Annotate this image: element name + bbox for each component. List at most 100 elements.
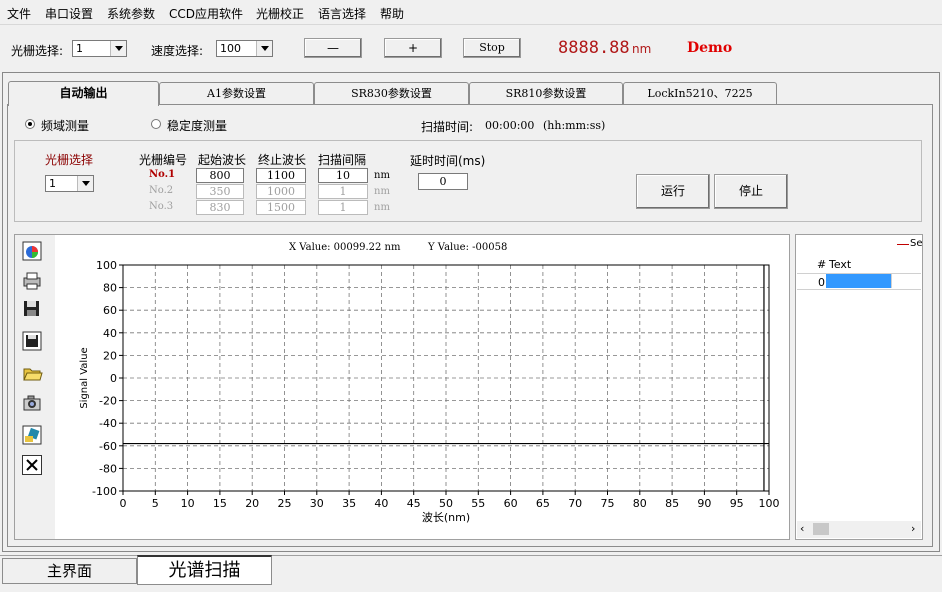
scan-time-format: (hh:mm:ss) [543,119,606,132]
start-wavelength-no1[interactable]: 800 [196,168,244,183]
increase-button[interactable]: + [384,38,442,58]
x-tick-label: 50 [439,497,453,510]
start-wavelength-no2[interactable]: 350 [196,184,244,199]
grating-select-value: 1 [76,42,83,55]
grating-select-label: 光栅选择: [11,44,64,58]
y-tick-label: -80 [99,462,117,475]
save-as-icon[interactable] [21,330,43,352]
tab-lockin[interactable]: LockIn5210、7225 [623,82,777,104]
radio-frequency-domain[interactable] [25,119,35,129]
y-tick-label: 0 [110,372,117,385]
delay-label: 延时时间(ms) [410,154,486,168]
grating-select-combo[interactable]: 1 [72,40,127,57]
speed-select-combo[interactable]: 100 [216,40,273,57]
row-label-no2: No.2 [149,185,174,196]
end-wavelength-no1[interactable]: 1100 [256,168,306,183]
x-tick-label: 70 [568,497,582,510]
unit-no3: nm [374,202,390,213]
color-settings-icon[interactable] [21,240,43,262]
radio-stability-label: 稳定度测量 [167,119,228,133]
x-tick-label: 30 [310,497,324,510]
x-tick-label: 80 [633,497,647,510]
printer-icon[interactable] [21,270,43,292]
x-tick-label: 75 [601,497,615,510]
legend-divider-2 [797,289,921,290]
x-tick-label: 5 [152,497,159,510]
open-folder-icon[interactable] [21,362,43,384]
spectrum-chart[interactable]: 0 5 10 15 20 25 30 35 40 45 50 55 60 65 70 75 80 85 90 95 10… [55,235,789,539]
step-no1[interactable]: 10 [318,168,368,183]
col-header-start: 起始波长 [198,153,247,167]
tab-divider [159,104,933,105]
menu-grating-calibration[interactable]: 光栅校正 [256,5,304,22]
start-wavelength-no3[interactable]: 830 [196,200,244,215]
col-header-step: 扫描间隔 [318,153,367,167]
tab-a1-params[interactable]: A1参数设置 [159,82,314,104]
menu-file[interactable]: 文件 [7,5,31,22]
params-grating-value: 1 [49,177,56,190]
x-tick-label: 65 [536,497,550,510]
y-tick-label: 100 [96,259,117,272]
menu-serial-settings[interactable]: 串口设置 [45,5,93,22]
end-wavelength-no2[interactable]: 1000 [256,184,306,199]
x-tick-label: 45 [407,497,421,510]
col-header-grating-no: 光栅编号 [139,153,188,167]
row-label-no3: No.3 [149,201,174,212]
params-grating-combo[interactable]: 1 [45,175,94,192]
wavelength-readout: 8888.88 [558,38,630,58]
bottom-tab-main[interactable]: 主界面 [2,558,137,584]
chevron-down-icon[interactable] [77,176,93,191]
x-tick-label: 60 [504,497,518,510]
y-tick-label: 40 [103,327,117,340]
scan-time-value: 00:00:00 [485,119,535,132]
x-tick-label: 0 [120,497,127,510]
tab-auto-output[interactable]: 自动输出 [8,81,159,106]
color-fill-icon[interactable] [21,424,43,446]
unit-no1: nm [374,170,390,181]
x-tick-label: 95 [730,497,744,510]
tab-sr830-params[interactable]: SR830参数设置 [314,82,469,104]
step-no2[interactable]: 1 [318,184,368,199]
y-tick-label: 60 [103,304,117,317]
menu-language[interactable]: 语言选择 [318,5,366,22]
camera-icon[interactable] [21,392,43,414]
y-axis-label: Signal Value [79,347,90,408]
y-tick-label: 80 [103,282,117,295]
save-icon[interactable] [21,298,43,320]
speed-select-label: 速度选择: [151,44,204,58]
x-tick-label: 90 [697,497,711,510]
legend-col-text: Text [829,258,852,271]
x-tick-label: 35 [342,497,356,510]
y-tick-label: -60 [99,440,117,453]
bottom-tab-spectrum-scan[interactable]: 光谱扫描 [137,555,272,585]
legend-scroll-thumb[interactable] [813,523,829,535]
x-tick-label: 100 [759,497,780,510]
speed-select-value: 100 [220,42,241,55]
step-no3[interactable]: 1 [318,200,368,215]
legend-scrollbar[interactable]: ‹ › [797,521,921,538]
legend-row-empty-cell[interactable] [891,274,921,288]
stop-motor-button[interactable]: Stop [463,38,521,58]
x-tick-label: 85 [665,497,679,510]
menu-system-params[interactable]: 系统参数 [107,5,155,22]
legend-row-cell[interactable] [826,274,891,288]
legend-row-index: 0 [818,276,825,289]
chevron-down-icon[interactable] [110,41,126,56]
end-wavelength-no3[interactable]: 1500 [256,200,306,215]
menu-help[interactable]: 帮助 [380,5,404,22]
params-grating-label: 光栅选择 [45,153,94,167]
radio-stability[interactable] [151,119,161,129]
tab-sr810-params[interactable]: SR810参数设置 [469,82,623,104]
run-button[interactable]: 运行 [636,174,710,209]
x-tick-label: 25 [278,497,292,510]
menu-ccd-software[interactable]: CCD应用软件 [169,5,243,22]
legend-series-line [897,244,909,245]
decrease-button[interactable]: — [304,38,362,58]
chevron-right-icon[interactable]: › [911,522,915,535]
stop-button[interactable]: 停止 [714,174,788,209]
chevron-down-icon[interactable] [256,41,272,56]
chevron-left-icon[interactable]: ‹ [800,522,804,535]
delay-input[interactable]: 0 [418,173,468,190]
y-tick-label: 20 [103,349,117,362]
close-icon[interactable] [21,454,43,476]
